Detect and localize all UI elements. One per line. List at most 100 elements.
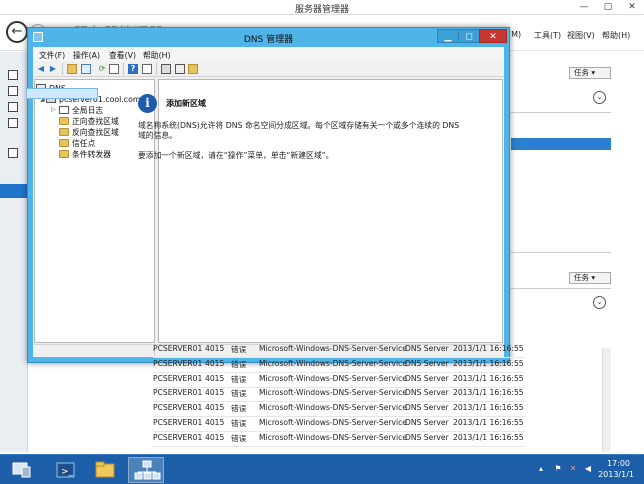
tray-network-error-icon[interactable]: ✕ xyxy=(568,464,578,474)
sm-maximize-button[interactable]: ▢ xyxy=(596,0,620,14)
server-manager-titlebar: 服务器管理器 — ▢ ✕ xyxy=(0,0,644,15)
tree-node-forward-zones[interactable]: 正向查找区域 xyxy=(59,116,119,127)
sm-close-button[interactable]: ✕ xyxy=(620,0,644,14)
taskbar-server-manager-button[interactable] xyxy=(6,457,36,483)
file-menu[interactable]: 文件(F) xyxy=(39,50,65,61)
toolbar-separator xyxy=(123,63,124,75)
ad-icon[interactable] xyxy=(8,118,18,128)
event-cell-log: DNS Server xyxy=(405,432,449,442)
event-cell-log: DNS Server xyxy=(405,418,449,427)
collapse-chevron-icon[interactable]: ⌄ xyxy=(593,296,606,309)
clock-time[interactable]: 17:00 xyxy=(607,459,630,468)
event-cell-source: Microsoft-Windows-DNS-Server-Service xyxy=(259,418,407,427)
event-row[interactable]: PCSERVER01 4015 错误 Microsoft-Windows-DNS-Se… xyxy=(153,388,525,403)
sm-minimize-button[interactable]: — xyxy=(572,0,596,14)
forward-arrow-icon[interactable]: ▶ xyxy=(48,64,58,74)
help-icon[interactable]: ? xyxy=(128,64,138,74)
dns-titlebar[interactable]: DNS 管理器 ▁ ◻ ✕ xyxy=(28,28,509,47)
view-menu[interactable]: 查看(V) xyxy=(109,50,136,61)
event-log-icon xyxy=(59,106,69,114)
taskbar-dns-button[interactable] xyxy=(128,457,164,483)
clock-date[interactable]: 2013/1/1 xyxy=(598,470,634,479)
server-manager-title: 服务器管理器 xyxy=(294,5,349,15)
collapse-chevron-icon[interactable]: ⌄ xyxy=(593,91,606,104)
back-arrow-icon[interactable]: ← xyxy=(6,21,28,43)
event-cell-id: 4015 xyxy=(205,344,225,353)
event-row[interactable]: PCSERVER01 4015 错误 Microsoft-Windows-DNS-Se… xyxy=(153,374,525,388)
svg-text:>_: >_ xyxy=(61,467,74,477)
folder-icon xyxy=(95,461,115,478)
tray-volume-icon[interactable]: ◀ xyxy=(583,464,593,474)
tree-selection-highlight xyxy=(26,88,98,99)
tree-node-trust-points[interactable]: 信任点 xyxy=(59,138,95,149)
event-cell-severity: 错误 xyxy=(231,359,247,369)
local-server-icon[interactable] xyxy=(8,86,18,96)
divider xyxy=(511,288,611,289)
dns-minimize-button[interactable]: ▁ xyxy=(437,29,459,43)
divider xyxy=(511,252,611,253)
tasks-dropdown-bottom[interactable]: 任务 ▾ xyxy=(569,272,611,284)
tasks-label: 任务 xyxy=(574,273,589,282)
event-cell-log: DNS Server xyxy=(405,373,449,383)
tree-node-global-logs[interactable]: 全局日志 xyxy=(59,105,103,116)
tray-flag-icon[interactable]: ⚑ xyxy=(553,464,563,474)
folder-icon xyxy=(59,128,69,136)
event-cell-server: PCSERVER01 xyxy=(153,403,203,413)
server-icon[interactable] xyxy=(161,64,171,74)
back-arrow-icon[interactable]: ◀ xyxy=(36,64,46,74)
view-menu[interactable]: 视图(V) xyxy=(567,30,595,41)
file-services-icon[interactable] xyxy=(8,148,18,158)
dashboard-icon[interactable] xyxy=(8,70,18,80)
tree-node-conditional-forwarders[interactable]: 条件转发器 xyxy=(59,149,111,160)
expand-triangle-icon[interactable]: ▷ xyxy=(51,106,56,113)
event-cell-log: DNS Server xyxy=(405,344,449,353)
event-row[interactable]: PCSERVER01 4015 错误 Microsoft-Windows-DNS-Se… xyxy=(153,403,525,418)
up-folder-icon[interactable] xyxy=(67,64,77,74)
help-menu[interactable]: 帮助(H) xyxy=(602,30,630,41)
dns-maximize-button[interactable]: ◻ xyxy=(458,29,480,43)
refresh-icon[interactable]: ⟳ xyxy=(97,64,107,74)
folder-icon xyxy=(59,139,69,147)
event-row[interactable]: PCSERVER01 4015 错误 Microsoft-Windows-DNS-Se… xyxy=(153,359,525,373)
event-cell-server: PCSERVER01 xyxy=(153,432,203,442)
row-separator xyxy=(153,445,525,447)
tray-chevron-icon[interactable]: ▴ xyxy=(536,464,546,474)
zone-icon[interactable] xyxy=(188,64,198,74)
event-cell-date: 2013/1/1 16:16:55 xyxy=(453,358,524,368)
export-list-icon[interactable] xyxy=(109,64,119,74)
events-scrollbar[interactable] xyxy=(602,348,611,452)
action-menu[interactable]: 操作(A) xyxy=(73,50,100,61)
tree-node-reverse-zones[interactable]: 反向查找区域 xyxy=(59,127,119,138)
all-servers-icon[interactable] xyxy=(8,102,18,112)
event-row[interactable]: PCSERVER01 4015 错误 Microsoft-Windows-DNS-Se… xyxy=(153,418,525,432)
properties-icon[interactable] xyxy=(142,64,152,74)
taskbar-explorer-button[interactable] xyxy=(90,457,120,483)
info-icon: i xyxy=(138,94,157,113)
event-cell-id: 4015 xyxy=(205,432,225,442)
folder-icon xyxy=(59,117,69,125)
chevron-down-icon: ▾ xyxy=(591,68,596,77)
event-cell-server: PCSERVER01 xyxy=(153,418,203,427)
tasks-dropdown-top[interactable]: 任务 ▾ xyxy=(569,67,611,79)
help-menu[interactable]: 帮助(H) xyxy=(143,50,171,61)
event-row[interactable]: PCSERVER01 4015 错误 Microsoft-Windows-DNS-Se… xyxy=(153,344,525,358)
list-icon[interactable] xyxy=(175,64,185,74)
divider xyxy=(511,112,611,113)
server-manager-icon xyxy=(12,462,31,478)
server-manager-sidebar xyxy=(0,52,28,452)
tree-label: 正向查找区域 xyxy=(72,117,119,126)
event-cell-log: DNS Server xyxy=(405,388,449,398)
event-cell-server: PCSERVER01 xyxy=(153,358,203,368)
info-heading: 添加新区域 xyxy=(166,99,206,108)
selected-server-row[interactable] xyxy=(511,138,611,150)
event-row[interactable]: PCSERVER01 4015 错误 Microsoft-Windows-DNS-Se… xyxy=(153,433,525,447)
tools-menu[interactable]: 工具(T) xyxy=(534,30,561,41)
dns-details-pane xyxy=(158,79,503,343)
show-hide-tree-icon[interactable] xyxy=(81,64,91,74)
tree-label: 条件转发器 xyxy=(72,150,111,159)
dns-close-button[interactable]: ✕ xyxy=(479,29,507,43)
taskbar-powershell-button[interactable]: >_ xyxy=(50,457,80,483)
event-cell-server: PCSERVER01 xyxy=(153,344,203,353)
info-instruction: 要添加一个新区域，请在“操作”菜单，单击“新建区域”。 xyxy=(138,151,334,160)
sidebar-item-dns[interactable] xyxy=(0,184,28,198)
